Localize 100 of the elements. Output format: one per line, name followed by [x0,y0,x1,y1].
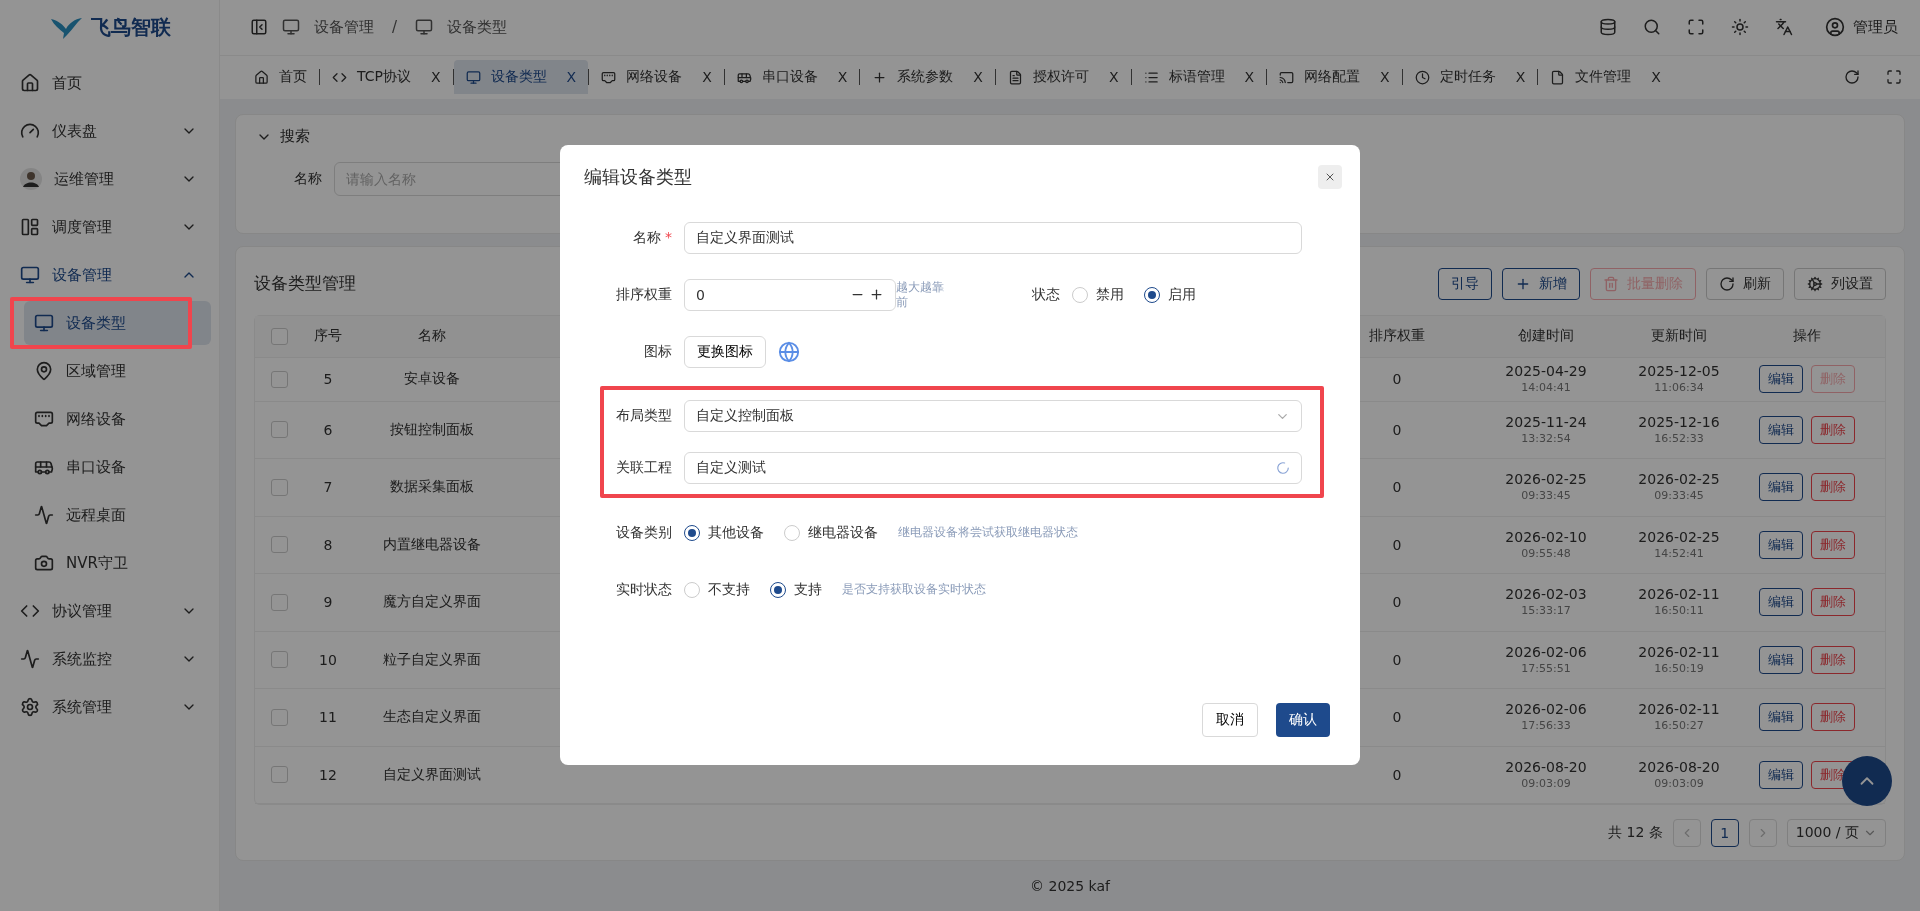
tab-close-button[interactable]: X [973,69,983,86]
toolbar-button[interactable]: 列设置 [1794,268,1886,300]
radio-option[interactable]: 其他设备 [684,523,764,542]
edit-button[interactable]: 编辑 [1758,588,1803,617]
tab[interactable]: 串口设备 X [724,60,860,95]
table-cell: 5 [323,371,333,388]
tab[interactable]: 授权许可 X [995,60,1131,95]
sidebar-item[interactable]: 系统监控 [8,637,211,681]
sidebar-item[interactable]: 仪表盘 [8,109,211,153]
layout-type-select[interactable]: 自定义控制面板 [684,400,1302,432]
sidebar-item[interactable]: 首页 [8,61,211,105]
radio-option[interactable]: 不支持 [684,580,750,599]
column-header: 创建时间 [1518,327,1574,346]
tab[interactable]: 网络设备 X [589,60,724,95]
tab[interactable]: 设备类型 X [453,60,589,95]
tab-close-button[interactable]: X [566,69,577,86]
sidebar-item[interactable]: 区域管理 [24,349,211,393]
sidebar-item[interactable]: 协议管理 [8,589,211,633]
delete-button[interactable]: 删除 [1810,415,1855,444]
edit-button[interactable]: 编辑 [1758,645,1803,674]
close-button[interactable] [1318,165,1342,189]
tab[interactable]: 文件管理 X [1538,60,1673,95]
toolbar-button[interactable]: 刷新 [1706,268,1784,300]
plus-icon[interactable] [869,287,884,302]
column-header: 序号 [314,327,342,346]
time-text: 14:04:41 [1521,380,1571,396]
sidebar-item[interactable]: 设备类型 [24,301,211,345]
edit-button[interactable]: 编辑 [1758,365,1803,394]
row-checkbox[interactable] [270,593,288,611]
tab-close-button[interactable]: X [1244,69,1255,86]
change-icon-button[interactable]: 更换图标 [684,335,766,368]
date-text: 2026-02-25 [1638,471,1720,489]
tab[interactable]: 网络配置 X [1267,60,1402,95]
radio-option[interactable]: 禁用 [1072,285,1124,304]
fullscreen-icon[interactable] [1687,18,1705,37]
radio-option[interactable]: 继电器设备 [784,523,878,542]
radio-option[interactable]: 启用 [1144,285,1196,304]
row-checkbox[interactable] [270,536,288,554]
row-checkbox[interactable] [270,708,288,726]
delete-button[interactable]: 删除 [1810,588,1855,617]
confirm-button[interactable]: 确认 [1276,703,1330,737]
weight-number-field[interactable]: 0 [684,278,896,311]
sidebar-item[interactable]: 网络设备 [24,397,211,441]
name-field[interactable]: 自定义界面测试 [684,221,1302,254]
row-checkbox[interactable] [270,766,288,784]
page-size-select[interactable]: 1000 / 页 [1786,818,1886,847]
select-all-checkbox[interactable] [270,327,288,345]
user-avatar-icon[interactable] [1825,17,1845,38]
tab-close-button[interactable]: X [430,69,441,86]
clock-icon [1414,69,1430,85]
tab-close-button[interactable]: X [1651,69,1661,86]
radio-option[interactable]: 支持 [770,580,822,599]
tab[interactable]: 定时任务 X [1402,60,1538,95]
tab[interactable]: 标语管理 X [1131,60,1267,95]
tab-close-button[interactable]: X [1108,69,1119,86]
edit-button[interactable]: 编辑 [1758,703,1803,732]
delete-button[interactable]: 删除 [1810,703,1855,732]
tab[interactable]: 系统参数 X [860,60,995,95]
toolbar-button[interactable]: 新增 [1502,268,1580,300]
sidebar-item[interactable]: NVR守卫 [24,541,211,585]
edit-button[interactable]: 编辑 [1758,530,1803,559]
project-select[interactable]: 自定义测试 [684,452,1302,484]
sidebar-item[interactable]: 远程桌面 [24,493,211,537]
fullscreen-icon[interactable] [1886,69,1902,86]
sidebar-item[interactable]: 设备管理 [8,253,211,297]
row-checkbox[interactable] [270,478,288,496]
edit-button[interactable]: 编辑 [1758,415,1803,444]
time-text: 14:52:41 [1654,545,1704,561]
tab-close-button[interactable]: X [1515,69,1526,86]
time-text: 09:33:45 [1654,488,1704,504]
sidebar-item[interactable]: 系统管理 [8,685,211,729]
user-name[interactable]: 管理员 [1853,17,1898,37]
search-icon[interactable] [1643,18,1661,37]
delete-button[interactable]: 删除 [1810,473,1855,502]
sidebar-item[interactable]: 调度管理 [8,205,211,249]
row-checkbox[interactable] [270,370,288,388]
sidebar-item[interactable]: 串口设备 [24,445,211,489]
monitor-icon [20,265,40,285]
breadcrumb-item[interactable]: 设备管理 [314,17,374,37]
refresh-icon[interactable] [1844,69,1860,86]
collapse-menu-icon[interactable] [250,18,268,37]
row-checkbox[interactable] [270,421,288,439]
language-icon[interactable] [1775,18,1793,37]
edit-button[interactable]: 编辑 [1758,760,1803,789]
breadcrumb-item[interactable]: 设备类型 [447,17,508,37]
tab[interactable]: 首页 [242,60,319,95]
edit-button[interactable]: 编辑 [1758,473,1803,502]
sidebar-item[interactable]: 运维管理 [8,157,211,201]
page-button[interactable]: 1 [1710,818,1739,847]
toolbar-button[interactable]: 引导 [1438,268,1492,300]
delete-button[interactable]: 删除 [1810,645,1855,674]
tab-close-button[interactable]: X [1380,69,1390,86]
cancel-button[interactable]: 取消 [1202,703,1258,737]
delete-button[interactable]: 删除 [1810,530,1855,559]
database-icon[interactable] [1599,18,1617,37]
sun-icon[interactable] [1731,18,1749,37]
tab[interactable]: TCP协议 X [320,60,453,95]
row-checkbox[interactable] [270,651,288,669]
tab-close-button[interactable]: X [702,69,712,86]
tab-close-button[interactable]: X [837,69,848,86]
